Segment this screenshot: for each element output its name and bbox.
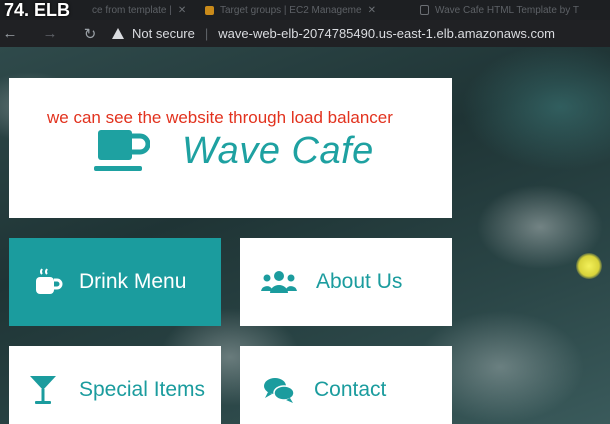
- users-icon: [260, 269, 298, 295]
- video-title-label: 74. ELB: [4, 0, 71, 20]
- aws-favicon-icon: [205, 5, 214, 15]
- nav-special-items[interactable]: Special Items: [9, 346, 221, 424]
- mug-icon: [29, 267, 67, 297]
- nav-drink-menu[interactable]: Drink Menu: [9, 238, 221, 326]
- security-label[interactable]: Not secure: [132, 26, 195, 41]
- browser-tab[interactable]: ce from template | ✕: [92, 0, 186, 20]
- page-favicon-icon: [420, 5, 429, 15]
- brand-name[interactable]: Wave Cafe: [182, 130, 374, 173]
- reload-icon[interactable]: ↻: [80, 25, 100, 43]
- annotation-text: we can see the website through load bala…: [47, 108, 393, 127]
- page-background: Wave Cafe we can see the website through…: [0, 47, 610, 424]
- logo-card: Wave Cafe: [9, 78, 452, 218]
- cocktail-glass-icon: [24, 374, 62, 406]
- url-text[interactable]: wave-web-elb-2074785490.us-east-1.elb.am…: [218, 26, 555, 41]
- address-bar[interactable]: Not secure | wave-web-elb-2074785490.us-…: [112, 22, 610, 45]
- tab-title: Target groups | EC2 Manageme: [220, 4, 362, 16]
- tab-close-icon[interactable]: ✕: [178, 5, 186, 16]
- tab-close-icon[interactable]: ✕: [368, 5, 376, 16]
- tab-title: Wave Cafe HTML Template by T: [435, 4, 579, 16]
- tab-title: ce from template |: [92, 4, 172, 16]
- browser-tab[interactable]: Target groups | EC2 Manageme ✕: [205, 0, 376, 20]
- nav-label: About Us: [316, 270, 403, 293]
- nav-label: Drink Menu: [79, 270, 187, 293]
- address-separator: |: [204, 26, 209, 41]
- cursor-highlight: [576, 253, 602, 279]
- nav-label: Contact: [314, 378, 387, 401]
- chat-bubbles-icon: [260, 376, 298, 404]
- browser-tab[interactable]: Wave Cafe HTML Template by T: [420, 0, 579, 20]
- browser-tab-strip: ce from template | ✕ Target groups | EC2…: [0, 0, 610, 20]
- back-arrow-icon[interactable]: ←: [0, 25, 20, 42]
- warning-triangle-icon: [112, 28, 124, 39]
- coffee-cup-icon: [94, 130, 150, 171]
- nav-about-us[interactable]: About Us: [240, 238, 452, 326]
- nav-contact[interactable]: Contact: [240, 346, 452, 424]
- nav-label: Special Items: [79, 378, 206, 401]
- forward-arrow-icon[interactable]: →: [40, 25, 60, 42]
- browser-toolbar: ← → ↻ Not secure | wave-web-elb-20747854…: [0, 20, 610, 47]
